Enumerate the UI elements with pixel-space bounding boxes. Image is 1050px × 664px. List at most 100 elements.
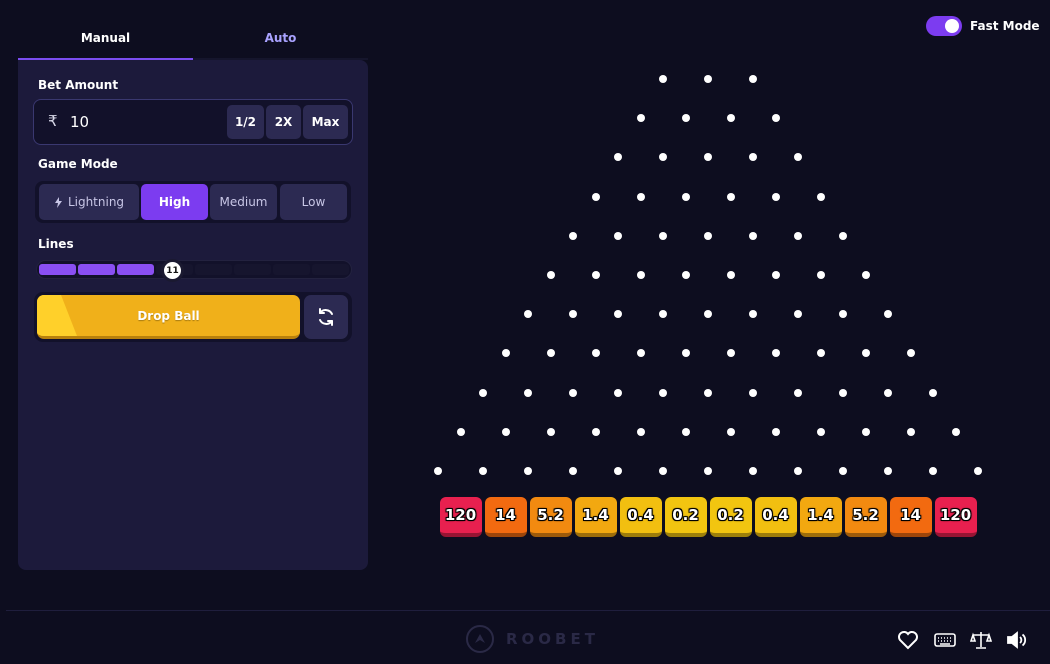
peg <box>749 231 757 240</box>
peg <box>839 310 847 319</box>
peg <box>569 231 577 240</box>
peg <box>524 310 532 319</box>
brand-name: ROOBET <box>506 630 599 648</box>
peg <box>884 310 892 319</box>
peg <box>659 310 667 319</box>
multiplier-bucket: 1.4 <box>574 497 617 537</box>
peg <box>546 349 555 358</box>
peg <box>794 231 802 240</box>
peg <box>659 75 667 83</box>
peg <box>906 427 915 436</box>
peg <box>771 349 780 358</box>
peg <box>614 310 622 319</box>
peg <box>974 467 982 475</box>
peg <box>681 114 690 123</box>
peg <box>816 427 825 436</box>
peg <box>704 310 712 319</box>
peg <box>501 349 510 358</box>
scale-icon <box>970 632 992 649</box>
peg <box>681 192 690 201</box>
favorite-button[interactable] <box>896 629 920 651</box>
peg <box>794 388 802 397</box>
peg <box>546 427 555 436</box>
peg <box>726 271 735 279</box>
speaker-icon <box>1007 631 1027 649</box>
peg <box>681 271 690 279</box>
peg <box>479 467 487 475</box>
peg <box>524 388 532 397</box>
keyboard-icon <box>934 633 956 647</box>
peg <box>794 310 802 319</box>
plinko-board: 120 14 5.2 1.4 0.4 0.2 0.2 0.4 1.4 5.2 14 120 <box>0 0 1050 600</box>
peg <box>749 153 757 162</box>
peg <box>771 114 780 123</box>
multiplier-bucket: 0.2 <box>709 497 752 537</box>
peg <box>839 467 847 475</box>
peg <box>501 427 510 436</box>
peg <box>929 388 937 397</box>
multiplier-bucket: 1.4 <box>799 497 842 537</box>
peg <box>681 427 690 436</box>
keyboard-shortcuts-button[interactable] <box>933 629 957 651</box>
peg <box>614 231 622 240</box>
peg <box>704 153 712 162</box>
multiplier-bucket: 0.2 <box>664 497 707 537</box>
peg <box>636 271 645 279</box>
peg <box>749 388 757 397</box>
multiplier-bucket: 14 <box>484 497 527 537</box>
peg <box>659 231 667 240</box>
peg <box>861 427 870 436</box>
peg <box>569 467 577 475</box>
multiplier-bucket: 0.4 <box>619 497 662 537</box>
peg <box>839 388 847 397</box>
peg <box>704 231 712 240</box>
peg <box>704 467 712 475</box>
multiplier-bucket: 5.2 <box>844 497 887 537</box>
peg <box>794 153 802 162</box>
peg <box>816 349 825 358</box>
peg <box>659 467 667 475</box>
peg <box>614 467 622 475</box>
brand-logo: ROOBET <box>466 625 599 653</box>
peg <box>704 388 712 397</box>
peg <box>771 271 780 279</box>
fairness-button[interactable] <box>969 629 993 651</box>
roobet-logo-icon <box>466 625 494 653</box>
peg <box>614 153 622 162</box>
peg <box>659 153 667 162</box>
peg <box>434 467 442 475</box>
peg <box>569 310 577 319</box>
peg <box>771 192 780 201</box>
peg <box>726 349 735 358</box>
peg <box>884 388 892 397</box>
peg <box>659 388 667 397</box>
peg <box>636 192 645 201</box>
multiplier-bucket: 0.4 <box>754 497 797 537</box>
peg <box>591 427 600 436</box>
peg <box>884 467 892 475</box>
peg <box>839 231 847 240</box>
peg <box>636 349 645 358</box>
sound-button[interactable] <box>1005 629 1029 651</box>
multiplier-bucket: 5.2 <box>529 497 572 537</box>
multiplier-bucket: 120 <box>934 497 977 537</box>
peg <box>524 467 532 475</box>
peg <box>479 388 487 397</box>
peg <box>591 271 600 279</box>
peg <box>861 271 870 279</box>
peg <box>636 114 645 123</box>
peg <box>749 75 757 83</box>
footer: ROOBET <box>6 610 1050 664</box>
multiplier-bucket: 14 <box>889 497 932 537</box>
peg <box>704 75 712 83</box>
peg <box>569 388 577 397</box>
peg <box>456 427 465 436</box>
heart-icon <box>898 631 918 650</box>
peg <box>861 349 870 358</box>
peg <box>546 271 555 279</box>
peg <box>816 192 825 201</box>
peg <box>681 349 690 358</box>
peg <box>771 427 780 436</box>
peg <box>726 192 735 201</box>
peg <box>929 467 937 475</box>
